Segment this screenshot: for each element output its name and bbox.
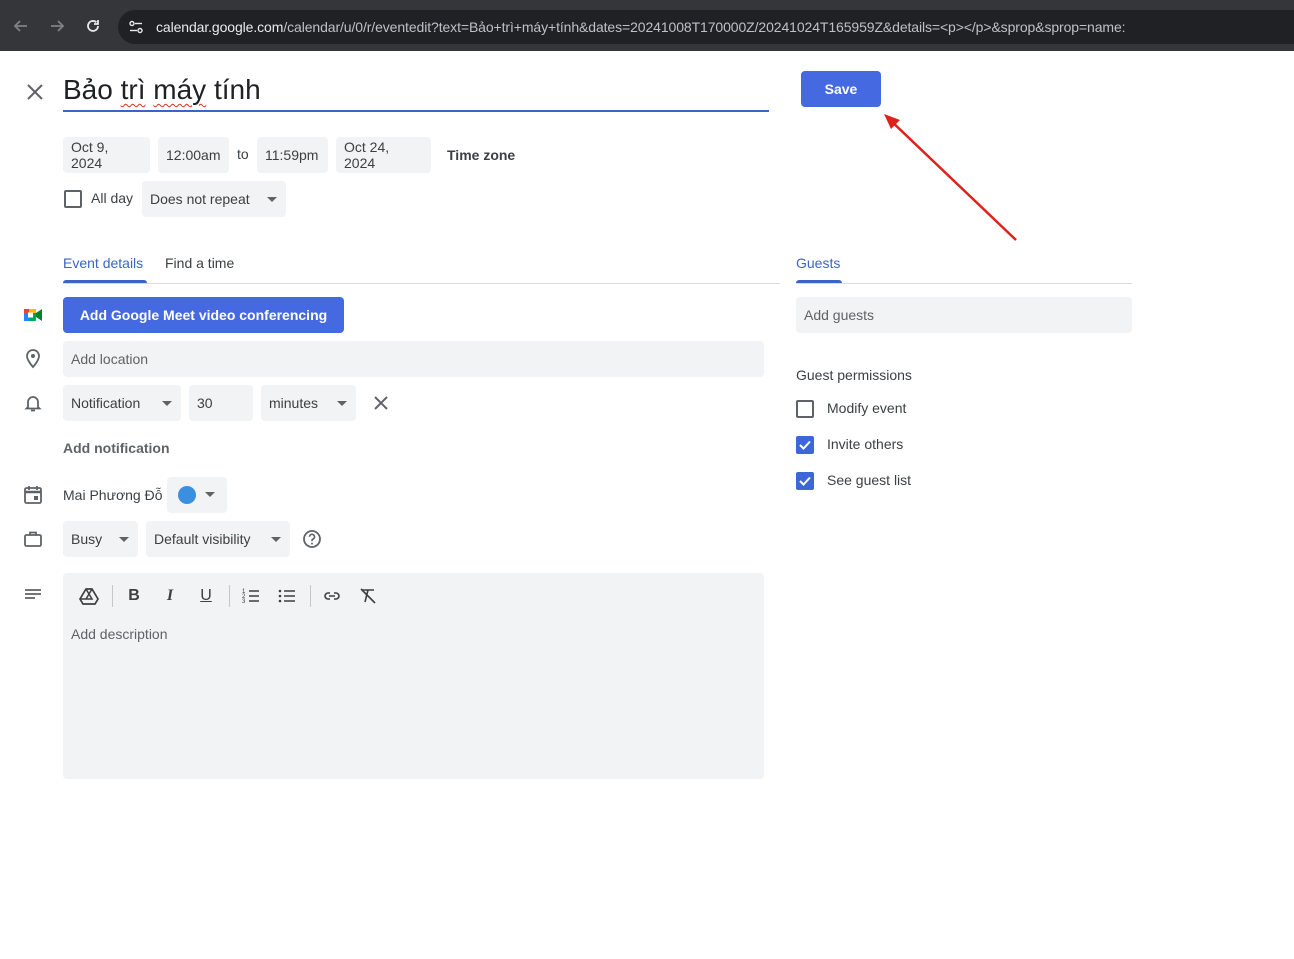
toolbar-separator [229, 585, 230, 607]
help-icon[interactable] [301, 528, 323, 550]
title-word-misspelled: máy [153, 74, 207, 105]
italic-icon[interactable]: I [159, 585, 181, 607]
notification-unit-value: minutes [269, 395, 319, 411]
close-icon[interactable] [22, 79, 48, 105]
guests-divider [796, 283, 1132, 284]
busy-select[interactable]: Busy [63, 521, 138, 557]
toolbar-separator [112, 585, 113, 607]
chevron-down-icon [119, 537, 129, 542]
chevron-down-icon [162, 401, 172, 406]
drive-icon[interactable] [78, 585, 100, 607]
forward-icon[interactable] [46, 15, 68, 37]
underline-icon[interactable]: U [195, 585, 217, 607]
back-icon[interactable] [10, 15, 32, 37]
svg-text:3: 3 [242, 599, 246, 605]
start-date-button[interactable]: Oct 9, 2024 [63, 137, 150, 173]
site-settings-icon[interactable] [128, 19, 144, 35]
see-guest-list-label: See guest list [827, 472, 912, 488]
description-editor[interactable]: B I U 123 Add description [63, 573, 764, 779]
all-day-checkbox[interactable] [64, 190, 82, 208]
notification-unit-select[interactable]: minutes [261, 385, 356, 421]
tab-event-details[interactable]: Event details [63, 255, 143, 271]
end-date-button[interactable]: Oct 24, 2024 [336, 137, 431, 173]
annotation-arrow [884, 114, 1017, 241]
url-text: calendar.google.com/calendar/u/0/r/event… [156, 19, 1126, 35]
google-meet-icon [22, 304, 44, 326]
event-color-select[interactable] [167, 477, 227, 513]
checkmark-icon [799, 476, 811, 486]
start-time-button[interactable]: 12:00am [158, 137, 229, 173]
description-placeholder: Add description [71, 626, 168, 642]
url-host: calendar.google.com [156, 19, 284, 35]
address-bar[interactable]: calendar.google.com/calendar/u/0/r/event… [118, 10, 1294, 44]
calendar-owner-name: Mai Phương Đỗ [63, 487, 163, 503]
add-notification-button[interactable]: Add notification [63, 440, 170, 456]
link-icon[interactable] [321, 585, 343, 607]
description-icon [22, 584, 44, 606]
invite-others-label: Invite others [827, 436, 904, 452]
bold-icon[interactable]: B [123, 585, 145, 607]
chevron-down-icon [205, 492, 215, 497]
numbered-list-icon[interactable]: 123 [240, 585, 262, 607]
chevron-down-icon [271, 537, 281, 542]
chevron-down-icon [267, 197, 277, 202]
modify-event-label: Modify event [827, 400, 907, 416]
remove-notification-icon[interactable] [370, 392, 392, 414]
visibility-value: Default visibility [154, 531, 251, 547]
busy-value: Busy [71, 531, 103, 547]
to-label: to [237, 146, 249, 162]
add-guests-input[interactable]: Add guests [796, 297, 1132, 333]
save-button[interactable]: Save [801, 71, 881, 107]
add-meet-button[interactable]: Add Google Meet video conferencing [63, 297, 344, 333]
color-dot [178, 486, 196, 504]
title-word: Bảo [63, 74, 121, 105]
notification-value-input[interactable]: 30 [189, 385, 253, 421]
location-input[interactable]: Add location [63, 341, 764, 377]
tab-find-a-time[interactable]: Find a time [165, 255, 234, 271]
notification-type-select[interactable]: Notification [63, 385, 181, 421]
modify-event-checkbox[interactable] [796, 400, 814, 418]
guest-permissions-title: Guest permissions [796, 367, 912, 383]
see-guest-list-checkbox[interactable] [796, 472, 814, 490]
end-time-button[interactable]: 11:59pm [257, 137, 328, 173]
browser-toolbar: calendar.google.com/calendar/u/0/r/event… [0, 0, 1294, 51]
title-word: tính [206, 74, 261, 105]
chevron-down-icon [337, 401, 347, 406]
title-word-misspelled: trì [120, 74, 146, 105]
checkmark-icon [799, 440, 811, 450]
repeat-value: Does not repeat [150, 191, 250, 207]
calendar-icon [22, 484, 44, 506]
clear-formatting-icon[interactable] [357, 585, 379, 607]
bulleted-list-icon[interactable] [276, 585, 298, 607]
toolbar-separator [310, 585, 311, 607]
notification-type-value: Notification [71, 395, 141, 411]
briefcase-icon [22, 528, 44, 550]
event-title: Bảo trì máy tính [63, 74, 261, 106]
event-title-input[interactable]: Bảo trì máy tính [63, 70, 769, 112]
all-day-label: All day [91, 190, 134, 206]
invite-others-checkbox[interactable] [796, 436, 814, 454]
location-pin-icon [22, 348, 44, 370]
repeat-select[interactable]: Does not repeat [142, 181, 286, 217]
tabs-divider [63, 283, 780, 284]
reload-icon[interactable] [82, 15, 104, 37]
visibility-select[interactable]: Default visibility [146, 521, 290, 557]
bell-icon [22, 392, 44, 414]
time-zone-button[interactable]: Time zone [447, 147, 515, 163]
url-path: /calendar/u/0/r/eventedit?text=Bảo+trì+m… [283, 19, 1126, 35]
tab-guests[interactable]: Guests [796, 255, 840, 271]
